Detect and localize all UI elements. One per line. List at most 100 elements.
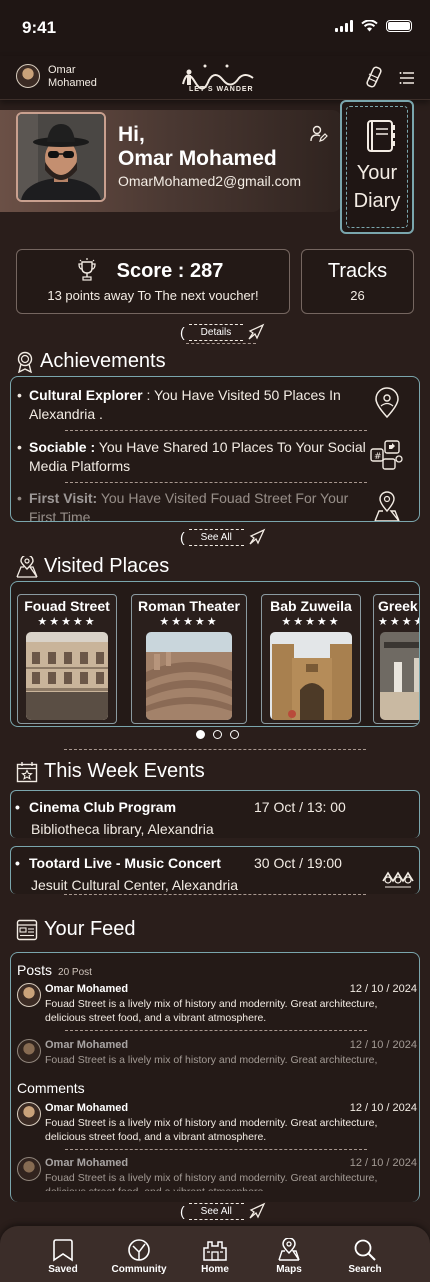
place-rating: ★★★★★ [37,616,97,628]
achievement-item: Cultural Explorer : You Have Visited 50 … [17,386,367,424]
place-name: Bab Zuweila [270,598,352,614]
place-rating: ★★★★★ [378,616,419,628]
greeting: Hi, [118,123,145,146]
achievements-list[interactable]: Cultural Explorer : You Have Visited 50 … [10,376,420,522]
comment-date: 12 / 10 / 2024 [349,1157,417,1169]
post-divider [65,1030,367,1031]
place-card-greek[interactable]: Greek ★★★★★ [373,594,419,724]
feed-comment[interactable]: Omar Mohamed 12 / 10 / 2024 Fouad Street… [17,1157,417,1191]
profile-photo-image [18,114,104,200]
pagination-dot[interactable] [196,730,205,739]
achievement-divider [65,482,367,483]
bottom-navigation: Saved Community Home Maps Search [0,1226,430,1282]
nav-maps[interactable]: Maps [254,1238,324,1275]
place-image [380,632,419,720]
app-logo[interactable]: LET'S WANDER [175,58,255,100]
feed-icon [16,919,38,940]
profile-name: Omar Mohamed [118,147,277,170]
details-divider [186,343,256,344]
nav-home[interactable]: Home [180,1238,250,1275]
battery-icon [386,20,412,32]
plane-icon [248,323,265,340]
community-icon [128,1239,150,1261]
edit-profile-icon[interactable] [310,125,328,143]
museum-image [380,632,419,720]
place-card-roman-theater[interactable]: Roman Theater ★★★★★ [131,594,247,724]
place-card-bab-zuweila[interactable]: Bab Zuweila ★★★★★ [261,594,361,724]
diary-inner-frame: Your Diary [346,106,408,228]
location-pin-icon [375,387,399,419]
event-title: Cinema Club Program [15,799,176,815]
calendar-star-icon [16,761,38,782]
details-label: Details [188,323,244,341]
svg-text:#: # [374,452,382,462]
social-share-icon: # [370,440,403,470]
achievements-see-all-button[interactable]: ( See All [180,528,266,546]
section-divider [64,749,366,750]
pagination-dot[interactable] [230,730,239,739]
achievement-divider [65,430,367,431]
building-image [26,632,108,720]
achievement-item: First Visit: You Have Visited Fouad Stre… [17,489,367,521]
status-icons [335,20,412,32]
details-button[interactable]: ( Details [180,323,265,341]
feed-post[interactable]: Omar Mohamed 12 / 10 / 2024 Fouad Street… [17,983,417,1031]
feed-comment[interactable]: Omar Mohamed 12 / 10 / 2024 Fouad Street… [17,1102,417,1150]
event-date: 17 Oct / 13: 00 [254,799,346,815]
profile-email: OmarMohamed2@gmail.com [118,173,302,189]
tracks-card[interactable]: Tracks 26 [301,249,414,314]
event-item[interactable]: Tootard Live - Music Concert 30 Oct / 19… [10,846,420,894]
post-text: Fouad Street is a lively mix of history … [45,998,378,1024]
score-subtitle: 13 points away To The next voucher! [47,288,259,303]
theater-image [146,632,232,720]
plane-icon [249,1202,266,1219]
feed-post[interactable]: Omar Mohamed 12 / 10 / 2024 Fouad Street… [17,1039,417,1067]
nav-search[interactable]: Search [330,1238,400,1275]
diary-button[interactable]: Your Diary [340,100,414,234]
diary-book-icon [367,120,395,152]
header-avatar[interactable] [16,64,40,88]
menu-icon[interactable] [399,71,415,85]
nav-saved[interactable]: Saved [28,1238,98,1275]
see-all-label: See All [188,1202,244,1220]
gate-image [270,632,352,720]
post-text: Fouad Street is a lively mix of history … [45,1054,378,1066]
comment-avatar [17,1157,41,1181]
place-card-fouad-street[interactable]: Fouad Street ★★★★★ [17,594,117,724]
signal-icon [335,20,353,32]
places-map-icon [16,555,38,578]
feed-panel[interactable]: Posts 20 Post Omar Mohamed 12 / 10 / 2024… [10,952,420,1202]
feed-see-all-button[interactable]: ( See All [180,1202,266,1220]
comment-author: Omar Mohamed [45,1157,129,1169]
event-date: 30 Oct / 19:00 [254,855,342,871]
visited-places-section-title: Visited Places [16,555,169,578]
comment-text: Fouad Street is a lively mix of history … [45,1117,378,1143]
event-title: Tootard Live - Music Concert [15,855,221,871]
post-avatar [17,983,41,1007]
header-user-name[interactable]: Omar Mohamed [48,64,97,90]
pagination-dot[interactable] [213,730,222,739]
event-item[interactable]: Cinema Club Program 17 Oct / 13: 00 Bibl… [10,790,420,838]
feed-section-title: Your Feed [16,918,136,941]
carousel-pagination[interactable] [196,730,239,739]
events-section-title: This Week Events [16,760,205,783]
feed-posts-header: Posts 20 Post [17,962,92,978]
post-date: 12 / 10 / 2024 [349,1039,417,1051]
comment-text: Fouad Street is a lively mix of history … [45,1172,378,1191]
score-card[interactable]: Score : 287 13 points away To The next v… [16,249,290,314]
visited-places-carousel[interactable]: Fouad Street ★★★★★ Roman Theater ★★★★★ B… [10,581,420,727]
posts-count: 20 Post [58,967,92,978]
bookmark-icon [53,1239,73,1262]
plane-icon [249,528,266,545]
event-organizer-logo [382,871,414,888]
profile-photo[interactable] [16,112,106,202]
comment-author: Omar Mohamed [45,1102,129,1114]
achievements-section-title: Achievements [16,350,166,373]
wifi-icon [361,20,378,32]
section-divider [64,894,366,895]
map-location-icon [374,491,400,521]
post-author: Omar Mohamed [45,983,129,995]
voucher-icon[interactable] [366,66,382,88]
home-icon [203,1241,227,1261]
nav-community[interactable]: Community [104,1238,174,1275]
